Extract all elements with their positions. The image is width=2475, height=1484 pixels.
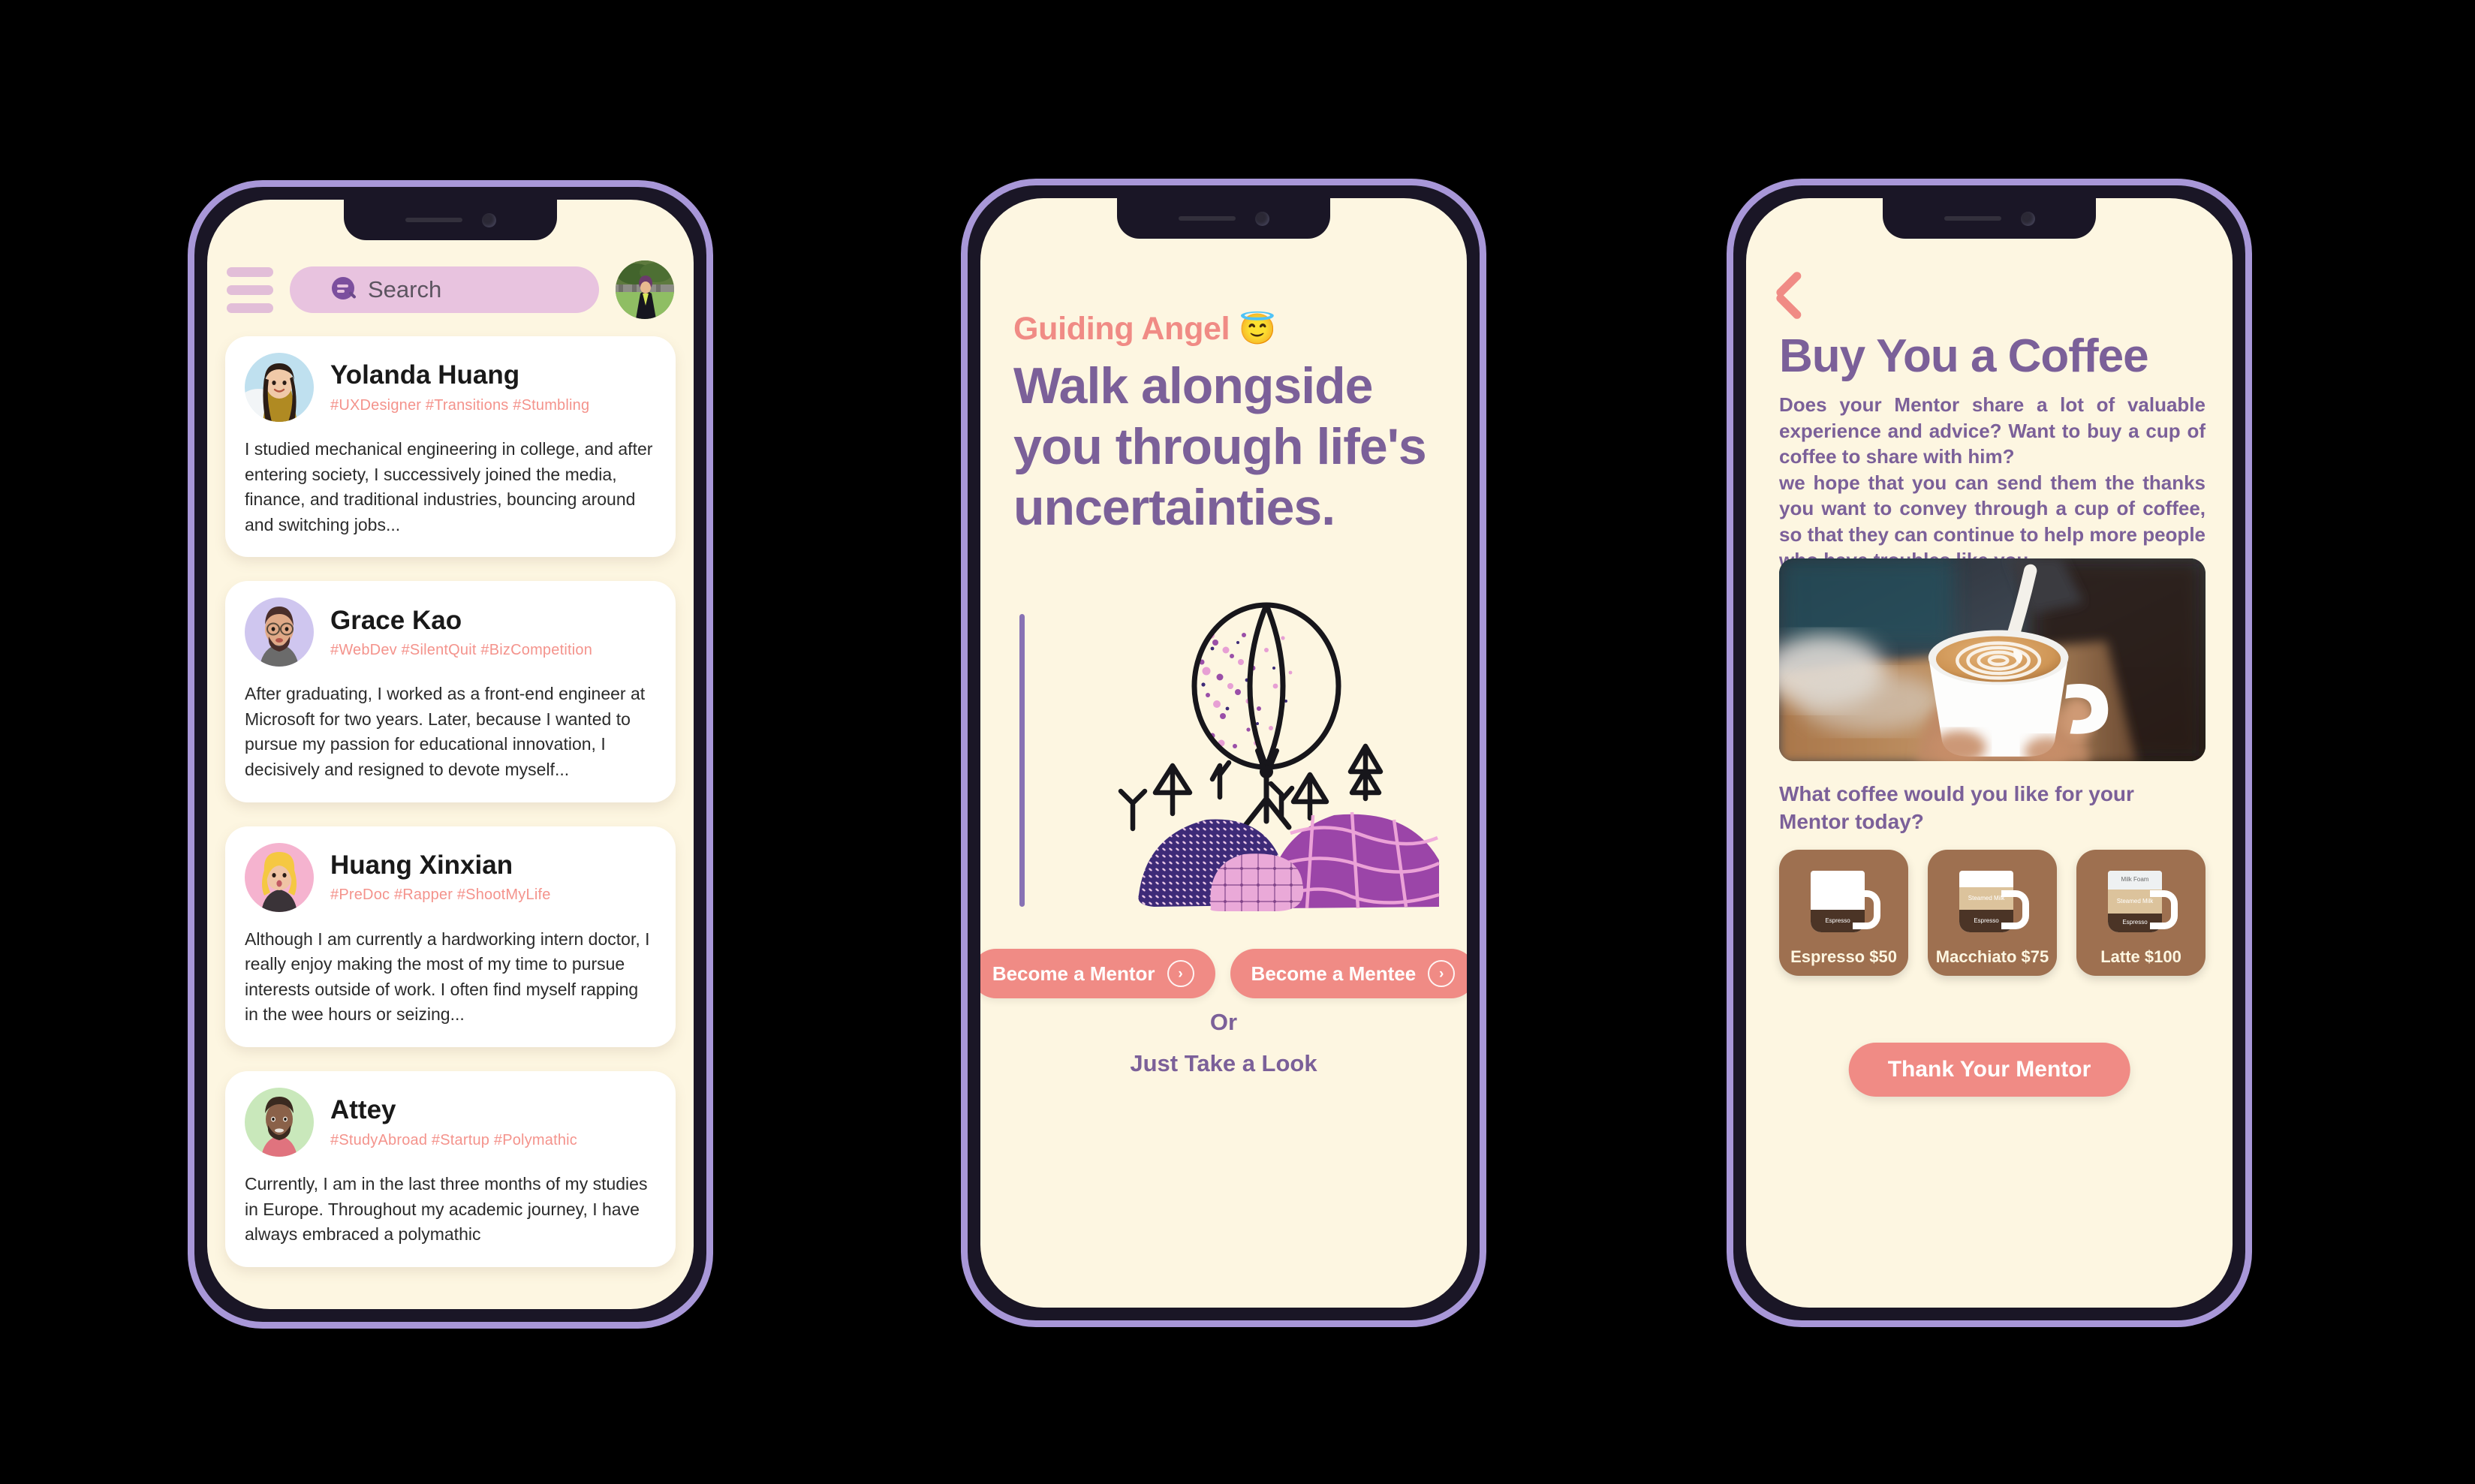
hamburger-icon[interactable] (227, 266, 273, 313)
screen-landing: Guiding Angel 😇 Walk alongside you throu… (980, 198, 1467, 1308)
avatar (245, 1087, 314, 1157)
front-camera-icon (481, 212, 496, 227)
mentor-tags: #PreDoc #Rapper #ShootMyLife (330, 886, 551, 904)
coffee-option-macchiato[interactable]: Steamed Milk Espresso Macchiato $75 (1928, 850, 2057, 976)
chevron-right-circle-icon: › (1167, 960, 1194, 987)
phone-mockup-feed: Search Yolanda Huang #UXDesigner #Transi… (188, 180, 713, 1329)
become-mentor-label: Become a Mentor (992, 962, 1155, 985)
vertical-rule (1019, 614, 1025, 907)
brand-kicker: Guiding Angel 😇 (1013, 311, 1276, 348)
speaker-grille-icon (1944, 216, 2001, 221)
card-identity: Yolanda Huang #UXDesigner #Transitions #… (330, 360, 589, 414)
avatar (245, 353, 314, 422)
page-title: Buy You a Coffee (1779, 330, 2149, 382)
latte-mug-icon: Milk Foam Steamed Milk Espresso (2102, 865, 2180, 943)
or-divider-label: Or (1209, 1009, 1238, 1035)
phone-notch (344, 200, 557, 240)
front-camera-icon (2020, 211, 2035, 226)
just-take-a-look-link[interactable]: Just Take a Look (980, 1050, 1467, 1077)
card-identity: Huang Xinxian #PreDoc #Rapper #ShootMyLi… (330, 850, 551, 904)
layer-milk-foam: Milk Foam (2108, 871, 2162, 890)
mentor-bio: After graduating, I worked as a front-en… (245, 684, 646, 780)
mentor-name: Huang Xinxian (330, 850, 513, 880)
card-header: Yolanda Huang #UXDesigner #Transitions #… (245, 353, 656, 422)
phone-mockup-buy-coffee: Buy You a Coffee Does your Mentor share … (1727, 179, 2252, 1327)
speaker-grille-icon (405, 218, 462, 222)
mentor-name: Grace Kao (330, 605, 462, 635)
become-mentee-button[interactable]: Become a Mentee › (1230, 949, 1467, 998)
search-input[interactable]: Search (290, 266, 599, 313)
list-item[interactable]: Grace Kao #WebDev #SilentQuit #BizCompet… (225, 581, 676, 802)
coffee-label: Espresso $50 (1790, 947, 1897, 966)
phone-notch (1117, 198, 1330, 239)
phone-notch (1883, 198, 2096, 239)
speaker-grille-icon (1178, 216, 1236, 221)
coffee-label: Latte $100 (2100, 947, 2181, 966)
thank-your-mentor-button[interactable]: Thank Your Mentor (1848, 1043, 2130, 1097)
description-paragraph-1: Does your Mentor share a lot of valuable… (1779, 393, 2206, 468)
coffee-options: Espresso Espresso $50 Steamed Milk Espre… (1779, 850, 2206, 976)
hamburger-line (227, 266, 273, 277)
cta-row: Become a Mentor › Become a Mentee › (980, 949, 1467, 998)
three-phone-mockup: Search Yolanda Huang #UXDesigner #Transi… (0, 0, 2475, 1484)
hamburger-line (227, 303, 273, 313)
balloon-trees-hills-illustration (1013, 596, 1444, 919)
become-mentee-label: Become a Mentee (1251, 962, 1417, 985)
card-identity: Grace Kao #WebDev #SilentQuit #BizCompet… (330, 606, 592, 659)
buy-coffee-body: Buy You a Coffee Does your Mentor share … (1746, 198, 2233, 1308)
mentor-bio: Currently, I am in the last three months… (245, 1173, 648, 1245)
front-camera-icon (1254, 211, 1269, 226)
coffee-question: What coffee would you like for your Ment… (1779, 782, 2134, 834)
macchiato-mug-icon: Steamed Milk Espresso (1953, 865, 2031, 943)
avatar[interactable] (616, 260, 674, 319)
chevron-right-circle-icon: › (1428, 960, 1456, 987)
mentor-tags: #WebDev #SilentQuit #BizCompetition (330, 641, 593, 658)
coffee-option-latte[interactable]: Milk Foam Steamed Milk Espresso Latte $1… (2076, 850, 2206, 976)
mentor-tags: #StudyAbroad #Startup #Polymathic (330, 1131, 578, 1148)
screen-feed: Search Yolanda Huang #UXDesigner #Transi… (207, 200, 694, 1309)
feed-header: Search (207, 254, 694, 326)
avatar (245, 842, 314, 912)
card-header: Grace Kao #WebDev #SilentQuit #BizCompet… (245, 598, 656, 667)
screen-buy-coffee: Buy You a Coffee Does your Mentor share … (1746, 198, 2233, 1308)
card-header: Huang Xinxian #PreDoc #Rapper #ShootMyLi… (245, 842, 656, 912)
coffee-label: Macchiato $75 (1935, 947, 2049, 966)
avatar (245, 598, 314, 667)
mentor-card-list: Yolanda Huang #UXDesigner #Transitions #… (207, 336, 694, 1309)
feed-body: Search Yolanda Huang #UXDesigner #Transi… (207, 200, 694, 1309)
search-placeholder: Search (368, 276, 442, 303)
mentor-bio: I studied mechanical engineering in coll… (245, 439, 653, 534)
mentor-bio: Although I am currently a hardworking in… (245, 929, 650, 1025)
coffee-option-espresso[interactable]: Espresso Espresso $50 (1779, 850, 1908, 976)
become-mentor-button[interactable]: Become a Mentor › (980, 949, 1215, 998)
page-title: Walk alongside you through life's uncert… (1013, 357, 1427, 536)
espresso-mug-icon: Espresso (1805, 865, 1883, 943)
hamburger-line (227, 284, 273, 295)
back-chevron-icon[interactable] (1775, 269, 1818, 323)
mentor-name: Yolanda Huang (330, 360, 520, 390)
mentor-name: Attey (330, 1095, 396, 1125)
list-item[interactable]: Huang Xinxian #PreDoc #Rapper #ShootMyLi… (225, 826, 676, 1047)
card-header: Attey #StudyAbroad #Startup #Polymathic (245, 1087, 656, 1157)
phone-mockup-landing: Guiding Angel 😇 Walk alongside you throu… (961, 179, 1486, 1327)
list-item[interactable]: Attey #StudyAbroad #Startup #Polymathic … (225, 1070, 676, 1267)
description: Does your Mentor share a lot of valuable… (1779, 392, 2206, 573)
landing-body: Guiding Angel 😇 Walk alongside you throu… (980, 198, 1467, 1308)
list-item[interactable]: Yolanda Huang #UXDesigner #Transitions #… (225, 336, 676, 558)
latte-pour-photo (1779, 558, 2206, 761)
mentor-tags: #UXDesigner #Transitions #Stumbling (330, 396, 590, 414)
brand-name: Guiding Angel (1013, 311, 1230, 347)
card-identity: Attey #StudyAbroad #Startup #Polymathic (330, 1095, 577, 1148)
angel-emoji-icon: 😇 (1238, 313, 1276, 346)
search-icon (332, 277, 357, 303)
